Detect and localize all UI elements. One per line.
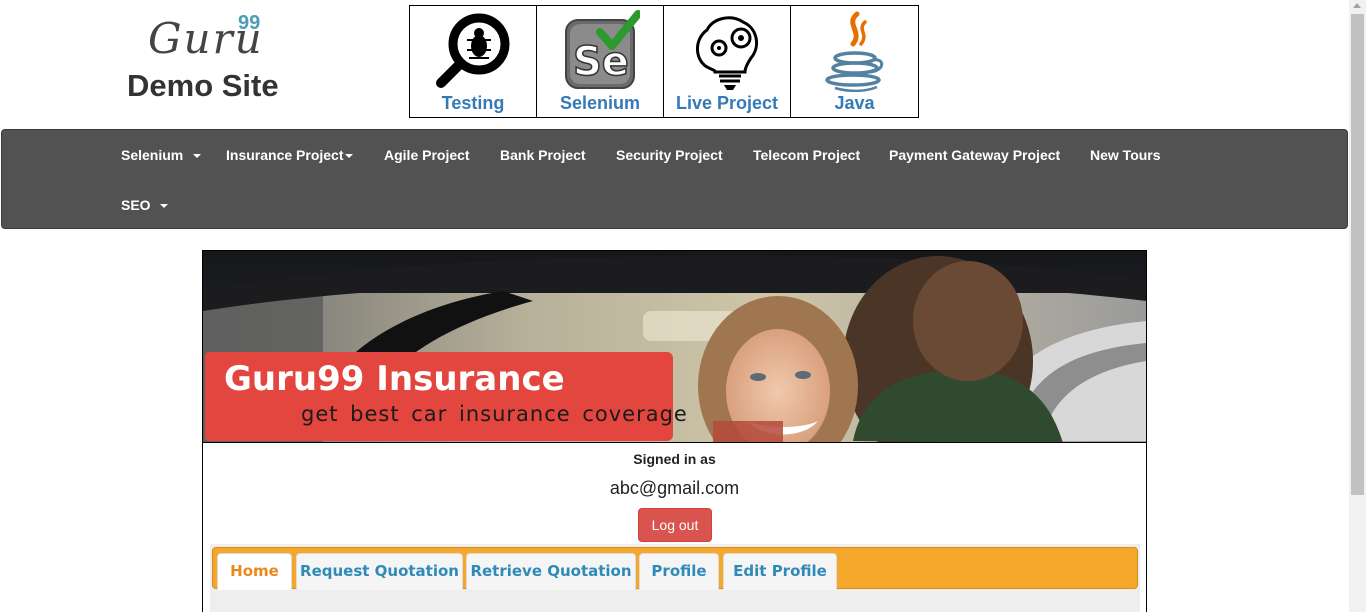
topnav-label: Java bbox=[834, 93, 875, 113]
nav-insurance-project-label: Insurance Project bbox=[226, 147, 344, 163]
topnav-label: Testing bbox=[441, 93, 505, 113]
nav-selenium-label: Selenium bbox=[121, 147, 188, 163]
magnifier-bug-icon bbox=[436, 13, 510, 88]
scroll-up-arrow-icon[interactable] bbox=[1353, 3, 1361, 8]
tab-home[interactable]: Home bbox=[217, 553, 292, 590]
site-logo[interactable]: Guru 99 Demo Site bbox=[120, 8, 290, 108]
nav-bank-project[interactable]: Bank Project bbox=[500, 147, 586, 163]
caret-down-icon bbox=[193, 154, 202, 159]
topnav-live-project[interactable]: Live Project bbox=[664, 6, 791, 117]
nav-payment-gateway-project[interactable]: Payment Gateway Project bbox=[889, 147, 1060, 163]
page-scrollbar[interactable] bbox=[1349, 0, 1366, 612]
topnav-testing[interactable]: Testing bbox=[410, 6, 537, 117]
tab-profile[interactable]: Profile bbox=[639, 553, 719, 590]
main-navbar: Selenium Insurance Project Agile Project… bbox=[1, 129, 1348, 229]
tab-retrieve-quotation[interactable]: Retrieve Quotation bbox=[466, 553, 636, 590]
nav-seo-label: SEO bbox=[121, 197, 155, 213]
insurance-banner: Guru99 Insurance get best car insurance … bbox=[203, 251, 1146, 443]
topnav-label: Selenium bbox=[559, 93, 641, 113]
nav-insurance-project-dropdown[interactable]: Insurance Project bbox=[226, 147, 353, 163]
scrollbar-thumb[interactable] bbox=[1351, 14, 1364, 495]
svg-text:Se: Se bbox=[573, 39, 629, 85]
nav-seo-dropdown[interactable]: SEO bbox=[121, 197, 169, 213]
nav-security-project[interactable]: Security Project bbox=[616, 147, 723, 163]
tab-edit-profile[interactable]: Edit Profile bbox=[723, 553, 837, 590]
logo-superscript: 99 bbox=[238, 12, 261, 34]
top-icon-nav: Testing Se Selenium Live Project Java bbox=[409, 5, 919, 118]
java-cup-icon bbox=[824, 11, 883, 92]
topnav-label: Live Project bbox=[675, 93, 779, 113]
banner-subtitle: get best car insurance coverage bbox=[301, 402, 688, 426]
nav-new-tours[interactable]: New Tours bbox=[1090, 147, 1161, 163]
signed-in-label: Signed in as bbox=[633, 451, 716, 467]
topnav-java[interactable]: Java bbox=[791, 6, 918, 117]
insurance-panel: Guru99 Insurance get best car insurance … bbox=[202, 250, 1147, 612]
nav-agile-project[interactable]: Agile Project bbox=[384, 147, 470, 163]
selenium-se-icon: Se bbox=[565, 10, 640, 89]
tab-bar: Home Request Quotation Retrieve Quotatio… bbox=[212, 547, 1138, 590]
tab-container: Home Request Quotation Retrieve Quotatio… bbox=[210, 544, 1140, 612]
tab-request-quotation[interactable]: Request Quotation bbox=[296, 553, 463, 590]
caret-down-icon bbox=[160, 204, 169, 209]
topnav-selenium[interactable]: Se Selenium bbox=[537, 6, 664, 117]
logout-button[interactable]: Log out bbox=[638, 508, 712, 542]
nav-selenium-dropdown[interactable]: Selenium bbox=[121, 147, 202, 163]
signed-in-email: abc@gmail.com bbox=[609, 478, 740, 498]
brain-bulb-gears-icon bbox=[696, 16, 759, 90]
caret-down-icon bbox=[344, 154, 353, 159]
nav-telecom-project[interactable]: Telecom Project bbox=[753, 147, 860, 163]
logo-subtitle: Demo Site bbox=[127, 68, 279, 103]
banner-title: Guru99 Insurance bbox=[224, 359, 565, 399]
